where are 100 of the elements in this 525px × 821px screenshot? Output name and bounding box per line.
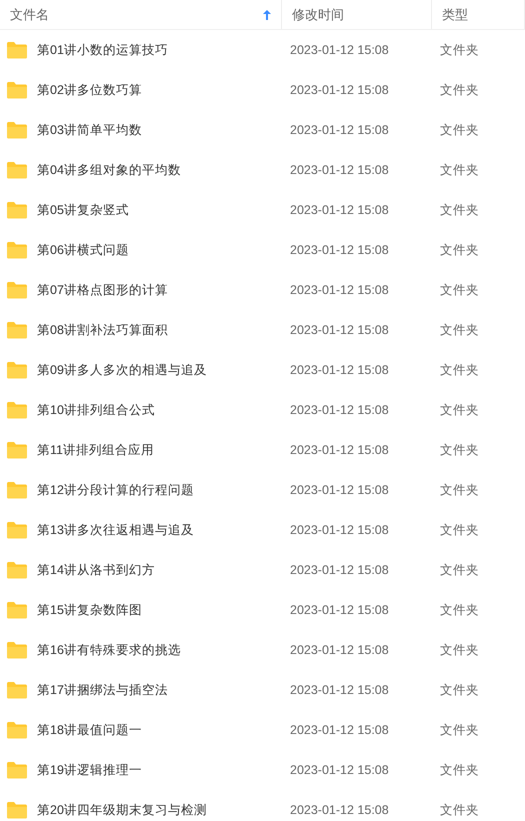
modified-time: 2023-01-12 15:08 <box>290 203 389 217</box>
folder-icon <box>6 201 28 219</box>
folder-icon <box>6 761 28 779</box>
file-type: 文件夹 <box>440 323 479 337</box>
folder-name: 第17讲捆绑法与插空法 <box>37 682 168 699</box>
folder-name: 第09讲多人多次的相遇与追及 <box>37 362 207 379</box>
folder-row[interactable]: 第09讲多人多次的相遇与追及 2023-01-12 15:08 文件夹 <box>0 350 525 390</box>
file-type: 文件夹 <box>440 763 479 777</box>
folder-icon <box>6 481 28 499</box>
folder-icon <box>6 441 28 459</box>
folder-row[interactable]: 第05讲复杂竖式 2023-01-12 15:08 文件夹 <box>0 190 525 230</box>
folder-row[interactable]: 第03讲简单平均数 2023-01-12 15:08 文件夹 <box>0 110 525 150</box>
folder-name: 第06讲横式问题 <box>37 242 129 259</box>
folder-row[interactable]: 第15讲复杂数阵图 2023-01-12 15:08 文件夹 <box>0 590 525 630</box>
folder-row[interactable]: 第07讲格点图形的计算 2023-01-12 15:08 文件夹 <box>0 270 525 310</box>
modified-time: 2023-01-12 15:08 <box>290 403 389 417</box>
folder-name: 第04讲多组对象的平均数 <box>37 162 181 179</box>
folder-row[interactable]: 第18讲最值问题一 2023-01-12 15:08 文件夹 <box>0 710 525 750</box>
folder-row[interactable]: 第16讲有特殊要求的挑选 2023-01-12 15:08 文件夹 <box>0 630 525 670</box>
modified-time: 2023-01-12 15:08 <box>290 43 389 57</box>
folder-name: 第18讲最值问题一 <box>37 722 142 739</box>
folder-icon <box>6 361 28 379</box>
folder-name: 第02讲多位数巧算 <box>37 82 142 99</box>
column-header[interactable]: 类型 <box>442 4 468 24</box>
folder-icon <box>6 721 28 739</box>
modified-time: 2023-01-12 15:08 <box>290 323 389 337</box>
modified-time: 2023-01-12 15:08 <box>290 243 389 257</box>
folder-name: 第14讲从洛书到幻方 <box>37 562 155 579</box>
folder-name: 第10讲排列组合公式 <box>37 402 155 419</box>
folder-name: 第16讲有特殊要求的挑选 <box>37 642 181 659</box>
file-type: 文件夹 <box>440 723 479 737</box>
folder-icon <box>6 121 28 139</box>
modified-time: 2023-01-12 15:08 <box>290 483 389 497</box>
folder-icon <box>6 321 28 339</box>
folder-row[interactable]: 第10讲排列组合公式 2023-01-12 15:08 文件夹 <box>0 390 525 430</box>
folder-name: 第07讲格点图形的计算 <box>37 282 168 299</box>
folder-row[interactable]: 第12讲分段计算的行程问题 2023-01-12 15:08 文件夹 <box>0 470 525 510</box>
file-type: 文件夹 <box>440 83 479 97</box>
file-type: 文件夹 <box>440 483 479 497</box>
file-type: 文件夹 <box>440 363 479 377</box>
folder-name: 第05讲复杂竖式 <box>37 202 129 219</box>
modified-time: 2023-01-12 15:08 <box>290 603 389 617</box>
file-type: 文件夹 <box>440 443 479 457</box>
folder-icon <box>6 241 28 259</box>
folder-icon <box>6 161 28 179</box>
folder-name: 第08讲割补法巧算面积 <box>37 322 168 339</box>
modified-time: 2023-01-12 15:08 <box>290 723 389 737</box>
folder-icon <box>6 601 28 619</box>
folder-row[interactable]: 第14讲从洛书到幻方 2023-01-12 15:08 文件夹 <box>0 550 525 590</box>
folder-row[interactable]: 第02讲多位数巧算 2023-01-12 15:08 文件夹 <box>0 70 525 110</box>
header-cell[interactable]: 类型 <box>432 0 525 29</box>
folder-name: 第15讲复杂数阵图 <box>37 602 142 619</box>
folder-row[interactable]: 第11讲排列组合应用 2023-01-12 15:08 文件夹 <box>0 430 525 470</box>
header-cell[interactable]: 修改时间 <box>282 0 432 29</box>
folder-icon <box>6 401 28 419</box>
folder-icon <box>6 801 28 819</box>
file-type: 文件夹 <box>440 243 479 257</box>
folder-name: 第13讲多次往返相遇与追及 <box>37 522 194 539</box>
file-type: 文件夹 <box>440 283 479 297</box>
folder-name: 第20讲四年级期末复习与检测 <box>37 802 207 819</box>
folder-row[interactable]: 第19讲逻辑推理一 2023-01-12 15:08 文件夹 <box>0 750 525 790</box>
file-type: 文件夹 <box>440 203 479 217</box>
folder-icon <box>6 641 28 659</box>
folder-name: 第01讲小数的运算技巧 <box>37 42 168 59</box>
folder-row[interactable]: 第08讲割补法巧算面积 2023-01-12 15:08 文件夹 <box>0 310 525 350</box>
modified-time: 2023-01-12 15:08 <box>290 163 389 177</box>
folder-row[interactable]: 第20讲四年级期末复习与检测 2023-01-12 15:08 文件夹 <box>0 790 525 821</box>
column-header[interactable]: 文件名 <box>10 4 49 24</box>
file-type: 文件夹 <box>440 683 479 697</box>
folder-name: 第12讲分段计算的行程问题 <box>37 482 194 499</box>
folder-icon <box>6 561 28 579</box>
file-type: 文件夹 <box>440 803 479 817</box>
file-type: 文件夹 <box>440 403 479 417</box>
folder-name: 第03讲简单平均数 <box>37 122 142 139</box>
header-cell[interactable]: 文件名 <box>0 0 282 29</box>
folder-row[interactable]: 第17讲捆绑法与插空法 2023-01-12 15:08 文件夹 <box>0 670 525 710</box>
sort-arrow-icon[interactable] <box>263 10 271 20</box>
folder-row[interactable]: 第01讲小数的运算技巧 2023-01-12 15:08 文件夹 <box>0 30 525 70</box>
modified-time: 2023-01-12 15:08 <box>290 563 389 577</box>
file-type: 文件夹 <box>440 643 479 657</box>
modified-time: 2023-01-12 15:08 <box>290 443 389 457</box>
folder-row[interactable]: 第13讲多次往返相遇与追及 2023-01-12 15:08 文件夹 <box>0 510 525 550</box>
folder-row[interactable]: 第04讲多组对象的平均数 2023-01-12 15:08 文件夹 <box>0 150 525 190</box>
column-header[interactable]: 修改时间 <box>292 4 344 24</box>
modified-time: 2023-01-12 15:08 <box>290 643 389 657</box>
file-type: 文件夹 <box>440 163 479 177</box>
modified-time: 2023-01-12 15:08 <box>290 683 389 697</box>
folder-icon <box>6 281 28 299</box>
folder-icon <box>6 81 28 99</box>
modified-time: 2023-01-12 15:08 <box>290 523 389 537</box>
folder-icon <box>6 681 28 699</box>
modified-time: 2023-01-12 15:08 <box>290 83 389 97</box>
file-type: 文件夹 <box>440 563 479 577</box>
folder-row[interactable]: 第06讲横式问题 2023-01-12 15:08 文件夹 <box>0 230 525 270</box>
file-type: 文件夹 <box>440 43 479 57</box>
folder-icon <box>6 521 28 539</box>
file-type: 文件夹 <box>440 523 479 537</box>
folder-icon <box>6 41 28 59</box>
folder-name: 第11讲排列组合应用 <box>37 442 154 459</box>
modified-time: 2023-01-12 15:08 <box>290 803 389 817</box>
